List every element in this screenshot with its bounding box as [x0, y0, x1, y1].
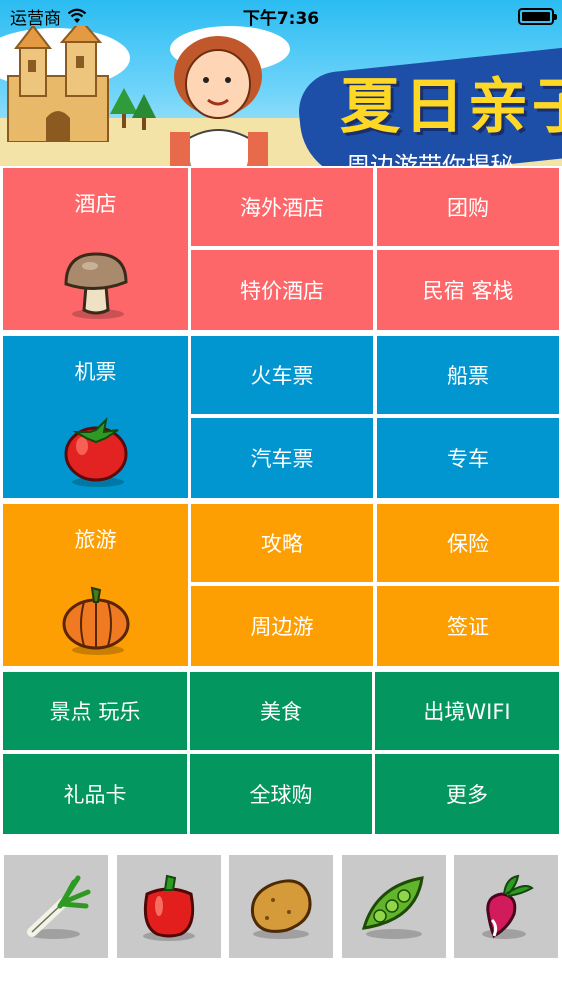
bell-pepper-icon: [143, 874, 195, 941]
travel-section: 旅游 攻略 保险 周边游 签证: [0, 502, 562, 668]
transport-section: 机票 火车票 船票 汽车票 专车: [0, 334, 562, 500]
status-bar: 运营商 下午7:36: [0, 0, 562, 32]
train-ticket-label: 火车票: [250, 364, 314, 388]
pumpkin-icon: [62, 586, 129, 655]
bell-pepper-tile[interactable]: [117, 855, 221, 958]
food-button[interactable]: 美食: [190, 672, 372, 750]
travel-button[interactable]: 旅游: [3, 504, 188, 666]
radish-icon: [482, 874, 534, 939]
pea-pod-icon: [361, 875, 424, 939]
train-ticket-button[interactable]: 火车票: [191, 336, 373, 414]
hotel-label: 酒店: [74, 192, 117, 216]
ship-ticket-label: 船票: [447, 364, 489, 388]
scallion-icon: [27, 875, 91, 939]
overseas-wifi-button[interactable]: 出境WIFI: [375, 672, 559, 750]
guesthouse-inn-button[interactable]: 民宿 客栈: [377, 250, 559, 330]
group-buy-label: 团购: [447, 196, 489, 220]
visa-label: 签证: [447, 615, 489, 639]
attractions-button[interactable]: 景点 玩乐: [3, 672, 187, 750]
more-button[interactable]: 更多: [375, 754, 559, 834]
girl-illustration: [170, 36, 268, 166]
wifi-icon: [67, 8, 87, 23]
food-label: 美食: [260, 700, 302, 724]
more-label: 更多: [446, 783, 488, 807]
radish-tile[interactable]: [454, 855, 558, 958]
bus-ticket-label: 汽车票: [250, 447, 314, 471]
potato-icon: [250, 879, 312, 939]
more-section: 景点 玩乐 美食 出境WIFI 礼品卡 全球购 更多: [0, 670, 562, 836]
travel-label: 旅游: [74, 528, 117, 552]
pea-pod-tile[interactable]: [342, 855, 446, 958]
nearby-tour-button[interactable]: 周边游: [191, 586, 373, 666]
insurance-label: 保险: [447, 532, 489, 556]
overseas-hotel-button[interactable]: 海外酒店: [191, 168, 373, 246]
mushroom-icon: [63, 252, 128, 319]
scallion-tile[interactable]: [4, 855, 108, 958]
discount-hotel-button[interactable]: 特价酒店: [191, 250, 373, 330]
tree-icon: [110, 88, 156, 130]
banner-title: 夏日亲子: [340, 72, 562, 142]
gift-card-button[interactable]: 礼品卡: [3, 754, 187, 834]
overseas-wifi-label: 出境WIFI: [423, 700, 511, 724]
bottom-icon-strip: [0, 853, 562, 959]
gift-card-label: 礼品卡: [63, 783, 127, 807]
travel-guide-label: 攻略: [261, 532, 303, 556]
ship-ticket-button[interactable]: 船票: [377, 336, 559, 414]
hotel-section: 酒店 海外酒店 团购 特价酒店 民宿 客栈: [0, 166, 562, 332]
attractions-label: 景点 玩乐: [49, 700, 141, 724]
status-time: 下午7:36: [242, 8, 320, 29]
global-shopping-label: 全球购: [249, 783, 313, 807]
travel-guide-button[interactable]: 攻略: [191, 504, 373, 582]
guesthouse-inn-label: 民宿 客栈: [422, 279, 514, 303]
hotel-button[interactable]: 酒店: [3, 168, 188, 330]
flight-ticket-button[interactable]: 机票: [3, 336, 188, 498]
overseas-hotel-label: 海外酒店: [240, 196, 324, 220]
carrier-label: 运营商: [10, 8, 61, 29]
flight-ticket-label: 机票: [74, 360, 117, 384]
potato-tile[interactable]: [229, 855, 333, 958]
group-buy-button[interactable]: 团购: [377, 168, 559, 246]
insurance-button[interactable]: 保险: [377, 504, 559, 582]
nearby-tour-label: 周边游: [250, 615, 314, 639]
banner-subtitle: 周边游带你揭秘: [346, 152, 514, 166]
private-car-button[interactable]: 专车: [377, 418, 559, 498]
private-car-label: 专车: [447, 447, 489, 471]
discount-hotel-label: 特价酒店: [240, 279, 324, 303]
tomato-icon: [64, 417, 127, 487]
category-grid: 酒店 海外酒店 团购 特价酒店 民宿 客栈 机票 火车票 船票 汽车票 专车 旅…: [0, 166, 562, 838]
visa-button[interactable]: 签证: [377, 586, 559, 666]
battery-icon: [518, 7, 557, 25]
global-shopping-button[interactable]: 全球购: [190, 754, 372, 834]
bus-ticket-button[interactable]: 汽车票: [191, 418, 373, 498]
